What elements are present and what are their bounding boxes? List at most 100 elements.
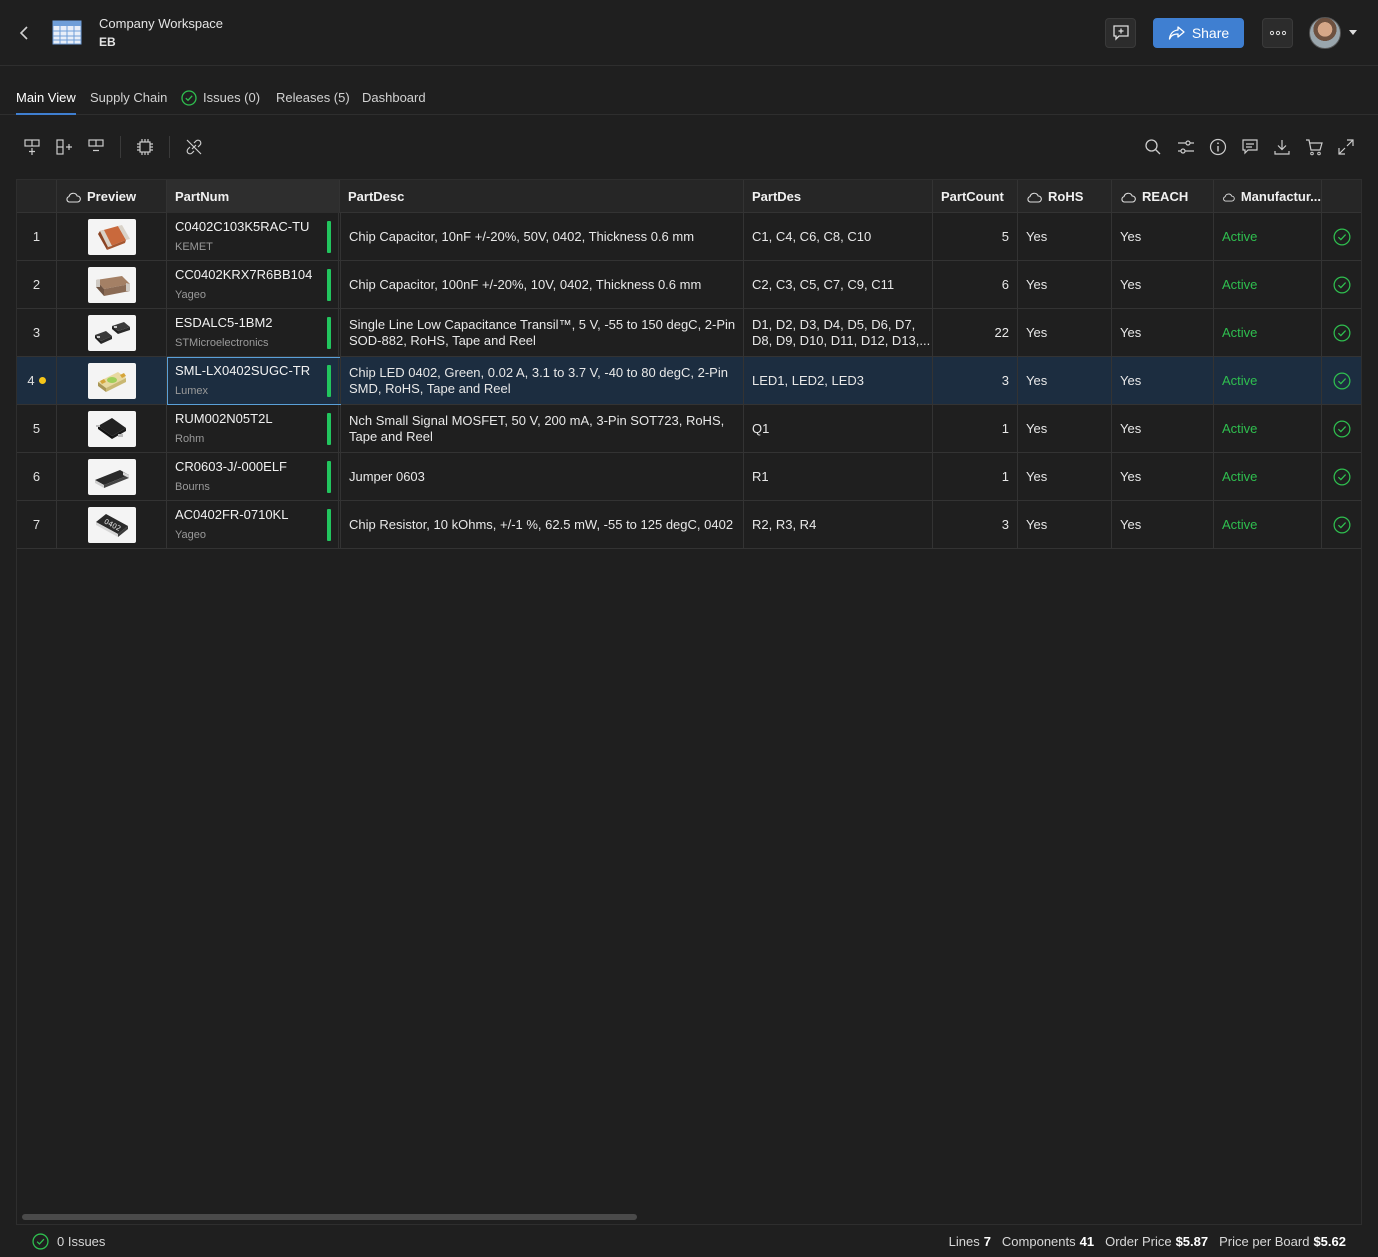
partnum-cell[interactable]: AC0402FR-0710KL Yageo xyxy=(167,501,339,548)
partdes-cell[interactable]: LED1, LED2, LED3 xyxy=(744,357,933,404)
filter-sliders-icon[interactable] xyxy=(1175,136,1197,158)
reach-cell[interactable]: Yes xyxy=(1112,309,1214,356)
reach-cell[interactable]: Yes xyxy=(1112,213,1214,260)
manufacturer-status-cell[interactable]: Active xyxy=(1214,405,1322,452)
table-row[interactable]: 2 CC0402KRX7R6BB104 Yageo Chip Capacitor… xyxy=(17,261,1361,309)
more-options-button[interactable] xyxy=(1262,18,1293,48)
partdesc-cell[interactable]: Chip Capacitor, 100nF +/-20%, 10V, 0402,… xyxy=(340,261,744,308)
rohs-cell[interactable]: Yes xyxy=(1018,501,1112,548)
column-header-partdesc[interactable]: PartDesc xyxy=(340,180,744,213)
tab-dashboard[interactable]: Dashboard xyxy=(362,90,426,115)
rohs-cell[interactable]: Yes xyxy=(1018,261,1112,308)
column-header-rohs[interactable]: RoHS xyxy=(1018,180,1112,213)
partdes-cell[interactable]: Q1 xyxy=(744,405,933,452)
partdesc-cell[interactable]: Chip Resistor, 10 kOhms, +/-1 %, 62.5 mW… xyxy=(340,501,744,548)
manufacturer-status-cell[interactable]: Active xyxy=(1214,309,1322,356)
row-index-header[interactable] xyxy=(17,180,57,213)
shopping-cart-icon[interactable] xyxy=(1303,136,1325,158)
partdesc-cell[interactable]: Jumper 0603 xyxy=(340,453,744,500)
part-preview[interactable] xyxy=(57,261,167,308)
table-row[interactable]: 5 RUM002N05T2L Rohm Nch Small Signal MOS… xyxy=(17,405,1361,453)
partdesc-cell[interactable]: Chip Capacitor, 10nF +/-20%, 50V, 0402, … xyxy=(340,213,744,260)
reach-cell[interactable]: Yes xyxy=(1112,501,1214,548)
component-icon[interactable] xyxy=(134,136,156,158)
expand-icon[interactable] xyxy=(1335,136,1357,158)
user-avatar[interactable] xyxy=(1309,17,1341,49)
rohs-cell[interactable]: Yes xyxy=(1018,309,1112,356)
tab-releases[interactable]: Releases (5) xyxy=(276,90,350,115)
partnum-cell[interactable]: ESDALC5-1BM2 STMicroelectronics xyxy=(167,309,339,356)
caret-down-icon[interactable] xyxy=(1349,30,1357,35)
insert-row-icon[interactable] xyxy=(21,136,43,158)
table-row-selected[interactable]: 4 SML-LX0402SUGC-TR Lumex Chip LED 0402,… xyxy=(17,357,1361,405)
rohs-cell[interactable]: Yes xyxy=(1018,357,1112,404)
partcount-cell[interactable]: 1 xyxy=(933,453,1018,500)
tab-supply-chain[interactable]: Supply Chain xyxy=(90,90,167,115)
column-header-partcount[interactable]: PartCount xyxy=(933,180,1018,213)
partcount-cell[interactable]: 1 xyxy=(933,405,1018,452)
horizontal-scrollbar[interactable] xyxy=(22,1214,637,1220)
bom-stats: Lines 7 Components 41 Order Price $5.87 Pri… xyxy=(949,1234,1346,1249)
manufacturer-status-cell[interactable]: Active xyxy=(1214,213,1322,260)
partcount-cell[interactable]: 22 xyxy=(933,309,1018,356)
share-button[interactable]: Share xyxy=(1153,18,1244,48)
manufacturer-status-cell[interactable]: Active xyxy=(1214,261,1322,308)
partcount-cell[interactable]: 3 xyxy=(933,357,1018,404)
table-row[interactable]: 7 0402 AC0402FR-0710KL Yageo Chip Resist… xyxy=(17,501,1361,549)
rohs-cell[interactable]: Yes xyxy=(1018,453,1112,500)
manufacturer-status-cell[interactable]: Active xyxy=(1214,501,1322,548)
add-comment-button[interactable] xyxy=(1105,18,1136,48)
row-index: 3 xyxy=(17,309,57,356)
delete-row-icon[interactable] xyxy=(85,136,107,158)
partnum-cell[interactable]: CC0402KRX7R6BB104 Yageo xyxy=(167,261,339,308)
table-row[interactable]: 6 CR0603-J/-000ELF Bourns Jumper 0603 R1… xyxy=(17,453,1361,501)
rohs-cell[interactable]: Yes xyxy=(1018,405,1112,452)
back-arrow-icon[interactable] xyxy=(14,22,36,44)
reach-cell[interactable]: Yes xyxy=(1112,357,1214,404)
reach-cell[interactable]: Yes xyxy=(1112,405,1214,452)
table-row[interactable]: 3 ESDALC5-1BM2 STMicroelectronics Single… xyxy=(17,309,1361,357)
partdesc-cell[interactable]: Single Line Low Capacitance Transil™, 5 … xyxy=(340,309,744,356)
column-header-status[interactable] xyxy=(1322,180,1361,213)
column-header-partdes[interactable]: PartDes xyxy=(744,180,933,213)
part-preview[interactable] xyxy=(57,309,167,356)
tab-main-view[interactable]: Main View xyxy=(16,90,76,115)
part-preview[interactable] xyxy=(57,453,167,500)
partdesc-cell[interactable]: Chip LED 0402, Green, 0.02 A, 3.1 to 3.7… xyxy=(340,357,744,404)
reach-cell[interactable]: Yes xyxy=(1112,261,1214,308)
issues-summary[interactable]: 0 Issues xyxy=(32,1233,105,1250)
partdes-cell[interactable]: C2, C3, C5, C7, C9, C11 xyxy=(744,261,933,308)
partcount-cell[interactable]: 6 xyxy=(933,261,1018,308)
partdes-cell[interactable]: R1 xyxy=(744,453,933,500)
part-preview[interactable] xyxy=(57,213,167,260)
partnum-cell[interactable]: C0402C103K5RAC-TU KEMET xyxy=(167,213,339,260)
info-icon[interactable] xyxy=(1207,136,1229,158)
partdesc-cell[interactable]: Nch Small Signal MOSFET, 50 V, 200 mA, 3… xyxy=(340,405,744,452)
column-header-preview[interactable]: Preview xyxy=(57,180,167,213)
column-header-manufacturer[interactable]: Manufactur... xyxy=(1214,180,1322,213)
partnum-cell[interactable]: CR0603-J/-000ELF Bourns xyxy=(167,453,339,500)
partcount-cell[interactable]: 5 xyxy=(933,213,1018,260)
partdes-cell[interactable]: D1, D2, D3, D4, D5, D6, D7, D8, D9, D10,… xyxy=(744,309,933,356)
partdes-cell[interactable]: R2, R3, R4 xyxy=(744,501,933,548)
search-icon[interactable] xyxy=(1142,136,1164,158)
partnum-cell[interactable]: SML-LX0402SUGC-TR Lumex xyxy=(167,357,339,404)
insert-column-icon[interactable] xyxy=(53,136,75,158)
part-preview[interactable] xyxy=(57,357,167,404)
download-icon[interactable] xyxy=(1271,136,1293,158)
tab-issues[interactable]: Issues (0) xyxy=(181,90,260,115)
partnum-cell[interactable]: RUM002N05T2L Rohm xyxy=(167,405,339,452)
comments-icon[interactable] xyxy=(1239,136,1261,158)
reach-cell[interactable]: Yes xyxy=(1112,453,1214,500)
unlink-icon[interactable] xyxy=(183,136,205,158)
column-header-partnum[interactable]: PartNum xyxy=(167,180,340,213)
part-preview[interactable] xyxy=(57,405,167,452)
manufacturer-status-cell[interactable]: Active xyxy=(1214,453,1322,500)
manufacturer-status-cell[interactable]: Active xyxy=(1214,357,1322,404)
partdes-cell[interactable]: C1, C4, C6, C8, C10 xyxy=(744,213,933,260)
partcount-cell[interactable]: 3 xyxy=(933,501,1018,548)
part-preview[interactable]: 0402 xyxy=(57,501,167,548)
rohs-cell[interactable]: Yes xyxy=(1018,213,1112,260)
column-header-reach[interactable]: REACH xyxy=(1112,180,1214,213)
table-row[interactable]: 1 C0402C103K5RAC-TU KEMET Chip Capacitor… xyxy=(17,213,1361,261)
